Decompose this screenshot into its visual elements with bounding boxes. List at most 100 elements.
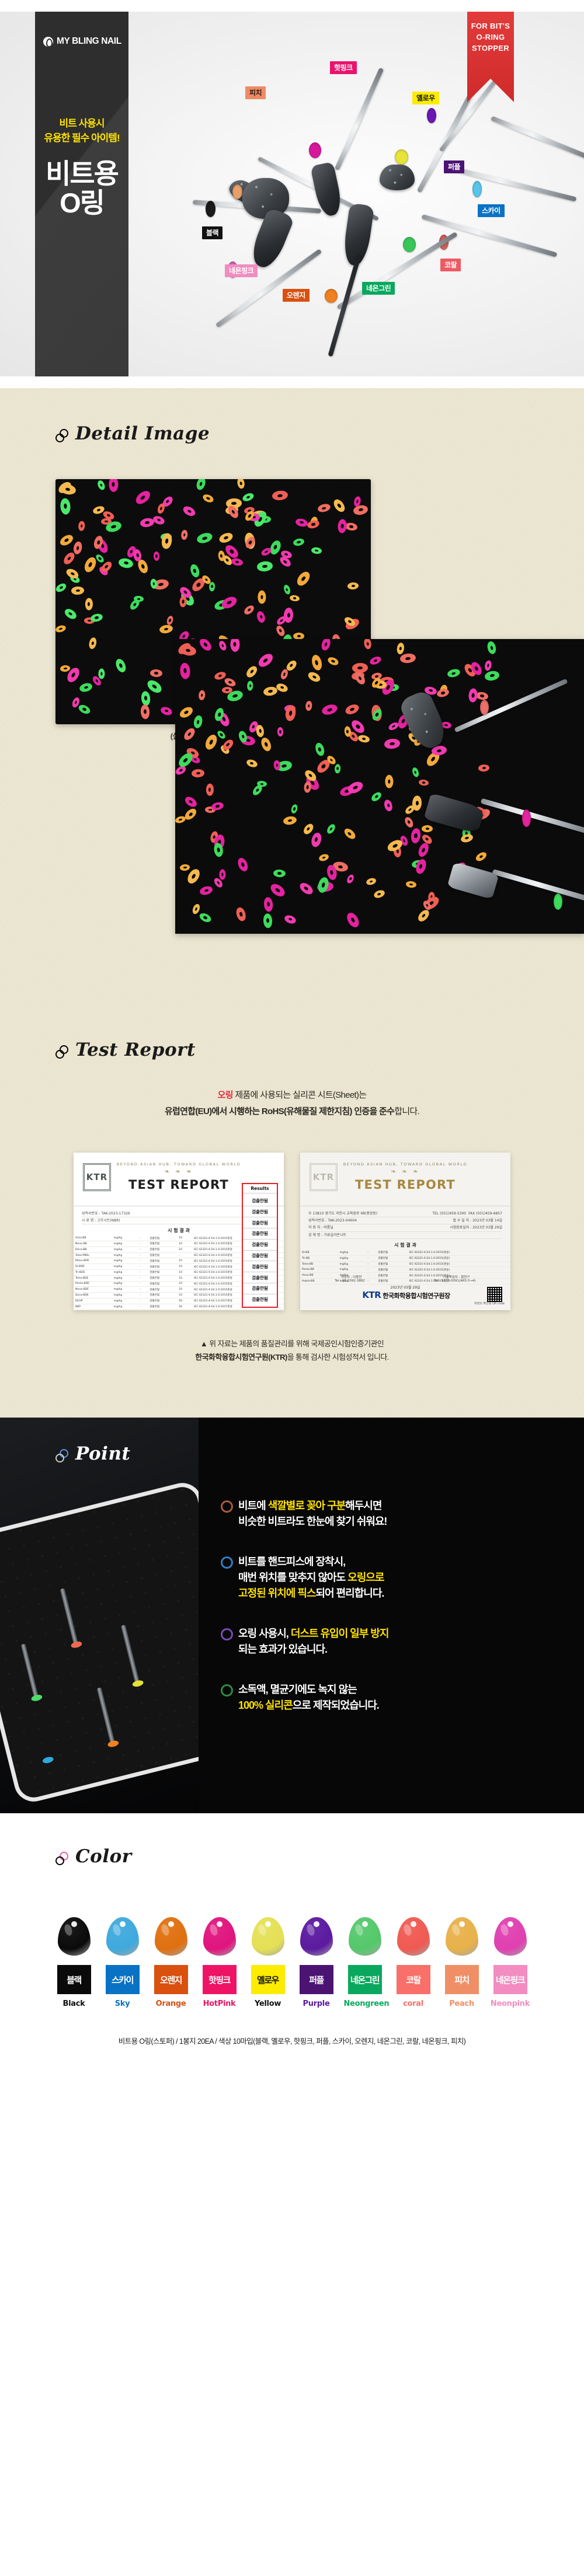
oring-bead xyxy=(259,736,273,753)
hero-title-line-1: 비트용 xyxy=(46,158,119,190)
table-cell: mg/kg xyxy=(112,1292,138,1299)
color-swatch[interactable]: 옐로우 Yellow xyxy=(247,1917,289,2008)
oring-bead xyxy=(314,741,326,758)
table-cell: DEHP xyxy=(74,1298,112,1304)
oring-bead xyxy=(180,529,188,540)
oring-bead xyxy=(71,586,85,595)
color-swatch[interactable]: 퍼플 Purple xyxy=(296,1917,338,2008)
point-line: 100% 실리콘으로 제작되었습니다. xyxy=(238,1698,559,1713)
oring-bead xyxy=(342,826,357,842)
oring-bead xyxy=(156,502,166,515)
color-swatch[interactable]: 코랄 coral xyxy=(392,1917,434,2008)
point-top-strip xyxy=(0,1405,584,1418)
oring-bead xyxy=(422,825,433,833)
hero-color-tag: 오렌지 xyxy=(283,289,310,302)
point-item: 비트를 핸드피스에 장착시, 매번 위치를 맞추지 않아도 오링으로 고정된 위치에… xyxy=(221,1554,559,1601)
oring-bead xyxy=(325,822,337,835)
test-report-heading: Test Report xyxy=(55,1039,584,1060)
color-swatch[interactable]: 네온그린 Neongreen xyxy=(344,1917,390,2008)
color-swatch[interactable]: 피치 Peach xyxy=(441,1917,483,2008)
test-copy-highlight: 오링 xyxy=(217,1090,234,1100)
oring-bead xyxy=(72,540,83,556)
oring-bead xyxy=(283,815,298,826)
color-section: Color 블랙 Black 스카이 Sky 오렌지 Orange 핫핑크 HotPink 옐로… xyxy=(0,1813,584,2009)
table-cell: - xyxy=(138,1275,148,1282)
table-cell: 검출안됨 xyxy=(148,1281,178,1287)
color-drop-icon xyxy=(445,1917,478,1956)
table-cell: 검출안됨 xyxy=(376,1261,408,1268)
color-swatch[interactable]: 스카이 Sky xyxy=(102,1917,144,2008)
oring-bead xyxy=(150,669,163,678)
table-cell: mg/kg xyxy=(112,1247,138,1253)
color-swatch[interactable]: 네온핑크 Neonpink xyxy=(489,1917,531,2008)
oring-bead xyxy=(273,869,286,878)
result-cell: 검출안됨 xyxy=(243,1283,277,1294)
table-cell: Tetra-BB xyxy=(300,1261,338,1268)
result-cell: 검출안됨 xyxy=(243,1196,277,1207)
oring-bead xyxy=(289,594,300,602)
oring-bead xyxy=(88,636,98,650)
table-cell: 검출안됨 xyxy=(148,1247,178,1253)
table-cell: mg/kg xyxy=(112,1235,138,1242)
report-1-results-callout: Results 검출안됨 검출안됨 검출안됨 검출안됨 검출안됨 검출안됨 검출안됨 검출안됨… xyxy=(242,1182,278,1308)
oring-bead xyxy=(223,676,237,688)
oring-bead xyxy=(357,734,371,744)
oring-bead xyxy=(474,850,488,863)
test-copy-line-2: 유럽연합(EU)에서 시행하는 RoHS(유해물질 제한지침) 인증을 준수합니… xyxy=(0,1104,584,1120)
oring-bead xyxy=(189,563,201,579)
hero-subtitle-line-1: 비트 사용시 xyxy=(59,118,105,129)
table-cell: 검출안됨 xyxy=(148,1298,178,1304)
oring-bead xyxy=(191,769,206,778)
report-2-issue-date: 2023년 03월 29일 xyxy=(390,1285,420,1290)
table-cell: Mono-BDE xyxy=(74,1258,112,1265)
oring-bead xyxy=(94,553,106,564)
report-2-tech-lead: 기술책임자 : 황현구 xyxy=(443,1275,470,1279)
point-item: 비트에 색깔별로 꽂아 구분해두시면 비슷한 비트라도 한눈에 찾기 쉬워요! xyxy=(221,1498,559,1530)
report-1-results-col-header: Results xyxy=(243,1184,277,1194)
oring-bead xyxy=(258,590,266,604)
color-drop-icon xyxy=(397,1917,430,1956)
oring-bead xyxy=(231,557,244,567)
point-text: 되는 효과가 있습니다. xyxy=(238,1643,328,1656)
color-name-kr-chip: 오렌지 xyxy=(154,1965,188,1995)
table-cell: 50 xyxy=(177,1298,193,1304)
oring-bead xyxy=(334,763,341,774)
oring-bead xyxy=(235,906,248,922)
ribbon-line-3: STOPPER xyxy=(472,43,509,53)
result-cell: 검출안됨 xyxy=(243,1228,277,1240)
table-cell: 검출안됨 xyxy=(148,1269,178,1276)
oring-bead xyxy=(282,584,291,595)
table-cell: 검출안됨 xyxy=(148,1275,178,1282)
table-row: Tetra-BB mg/kg - 검출안됨 IEC 62321-6 Ed.1.0:201… xyxy=(300,1261,510,1268)
point-heading: Point xyxy=(55,1443,130,1464)
oring-bead xyxy=(294,517,308,528)
table-cell: - xyxy=(138,1247,148,1253)
oring-bead xyxy=(255,724,265,738)
point-line: 되는 효과가 있습니다. xyxy=(238,1642,559,1657)
color-swatch[interactable]: 블랙 Black xyxy=(53,1917,95,2008)
oring-bead xyxy=(201,493,215,504)
oring-bullet-icon xyxy=(221,1628,233,1641)
point-text: 해두시면 xyxy=(345,1500,382,1512)
oring-bead xyxy=(242,603,256,616)
hero-color-tag: 네온그린 xyxy=(362,282,395,295)
table-cell: 10 xyxy=(177,1247,193,1253)
table-cell: Tri-BB xyxy=(300,1255,338,1262)
table-cell: IEC 62321-6 Ed.1.0:2015(준용) xyxy=(407,1266,510,1273)
hero-subtitle: 비트 사용시 유용한 필수 아이템! xyxy=(35,117,128,145)
report-2-received-date: 접 수 일 자 : 2023년 03월 14일 xyxy=(453,1218,502,1223)
oring-bead xyxy=(241,491,255,503)
oring-bead xyxy=(396,642,405,655)
color-swatch[interactable]: 오렌지 Orange xyxy=(150,1917,192,2008)
oring-bead xyxy=(140,690,151,706)
report-2-fax: FAX (031)459-6857 xyxy=(468,1211,502,1216)
oring-bead xyxy=(179,596,187,608)
result-cell: 검출안됨 xyxy=(243,1251,277,1262)
color-swatch[interactable]: 핫핑크 HotPink xyxy=(199,1917,241,2008)
test-report-images: KTR BEYOND ASIAN HUB, TOWARD GLOBAL WORL… xyxy=(0,1152,584,1310)
test-note-line-2-tail: 을 통해 검사한 시험성적서 입니다. xyxy=(287,1352,390,1362)
table-cell: 10 xyxy=(177,1258,193,1265)
oring-bead xyxy=(215,729,227,741)
color-name-kr-chip: 퍼플 xyxy=(299,1965,333,1995)
table-cell: - xyxy=(138,1252,148,1259)
